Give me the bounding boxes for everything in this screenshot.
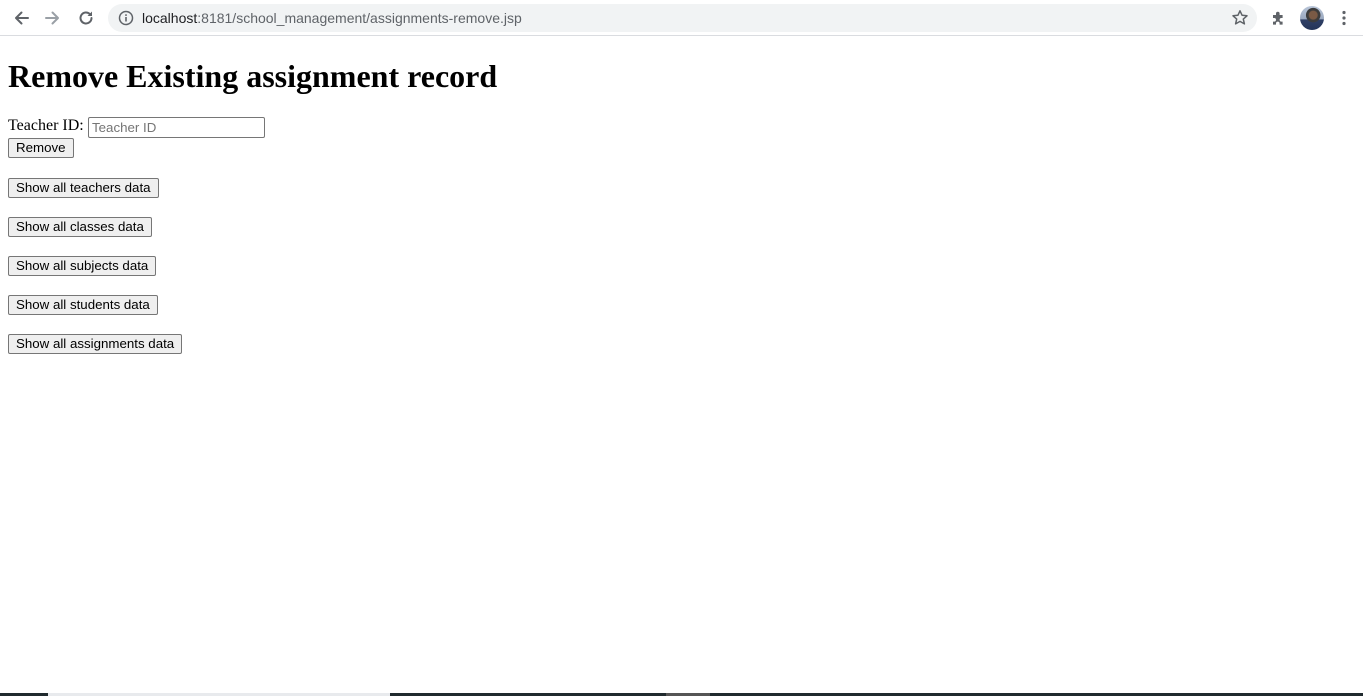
teacher-id-row: Teacher ID: [8,117,265,138]
remove-button[interactable]: Remove [8,138,74,158]
back-icon [15,11,29,25]
extensions-button[interactable] [1265,4,1293,32]
teacher-id-label: Teacher ID: [8,117,84,134]
url-path: :8181/school_management/assignments-remo… [197,10,522,26]
reload-icon [79,11,93,25]
show-students-button[interactable]: Show all students data [8,295,158,315]
forward-icon [45,11,59,25]
page-title: Remove Existing assignment record [8,58,498,94]
back-button[interactable] [7,4,35,32]
teacher-id-input[interactable] [88,117,265,138]
avatar[interactable] [1300,6,1324,30]
menu-icon [1342,10,1346,26]
reload-button[interactable] [72,4,100,32]
forward-button[interactable] [39,4,67,32]
show-classes-button[interactable]: Show all classes data [8,217,152,237]
browser-toolbar: localhost:8181/school_management/assignm… [0,0,1363,36]
extensions-icon [1273,11,1283,25]
star-icon[interactable] [1231,9,1249,27]
url-text[interactable]: localhost:8181/school_management/assignm… [142,4,522,32]
show-subjects-button[interactable]: Show all subjects data [8,256,157,276]
url-host: localhost [142,10,198,26]
info-icon[interactable] [118,10,134,26]
menu-button[interactable] [1330,4,1358,32]
show-assignments-button[interactable]: Show all assignments data [8,334,183,354]
address-bar[interactable]: localhost:8181/school_management/assignm… [108,4,1257,32]
show-teachers-button[interactable]: Show all teachers data [8,178,159,198]
